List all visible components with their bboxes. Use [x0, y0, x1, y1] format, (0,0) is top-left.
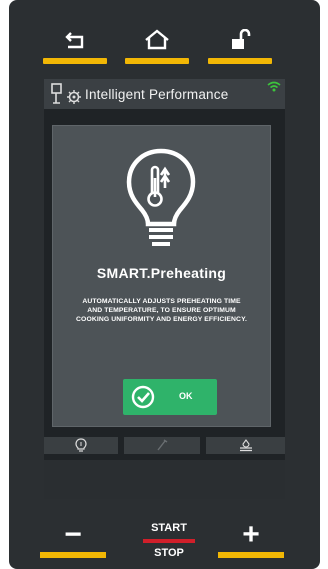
info-panel [44, 460, 285, 499]
water-level-icon [239, 439, 252, 452]
checkmark-circle-icon [131, 385, 155, 409]
intelligent-performance-icon [51, 83, 81, 104]
back-button-underline [43, 58, 107, 64]
probe-icon [157, 439, 168, 451]
dialog-title: SMART.Preheating [96, 265, 227, 281]
wifi-icon [267, 81, 281, 92]
back-arrow-icon [65, 32, 84, 49]
tab-probe[interactable] [124, 437, 200, 454]
dialog-description: AUTOMATICALLY ADJUSTS PREHEATING TIME AN… [76, 298, 247, 324]
smart-preheating-bulb-icon [126, 148, 196, 246]
screen-header: Intelligent Performance [44, 79, 285, 109]
ok-button[interactable]: OK [123, 379, 217, 415]
function-tabs [44, 437, 285, 454]
back-button[interactable] [43, 28, 107, 64]
lock-button-underline [208, 58, 272, 64]
display-screen: Intelligent Performance SMART.Preheating… [44, 79, 285, 499]
plus-icon: + [242, 518, 260, 551]
ok-button-label: OK [179, 391, 193, 401]
tab-water-level[interactable] [206, 437, 285, 454]
info-dialog: SMART.Preheating AUTOMATICALLY ADJUSTS P… [52, 125, 271, 427]
tab-smart-preheating[interactable] [44, 437, 118, 454]
increase-button-underline [218, 552, 284, 558]
increase-button[interactable]: + [218, 520, 284, 558]
bulb-icon [75, 438, 87, 452]
home-button[interactable] [125, 28, 189, 64]
home-icon [145, 29, 169, 50]
decrease-button[interactable]: − [40, 520, 106, 558]
stop-label: STOP [154, 547, 184, 559]
screen-title: Intelligent Performance [85, 87, 229, 102]
start-label: START [151, 522, 187, 534]
lock-button[interactable] [208, 28, 272, 64]
home-button-underline [125, 58, 189, 64]
start-stop-divider [143, 539, 195, 543]
decrease-button-underline [40, 552, 106, 558]
unlock-icon [232, 29, 251, 49]
minus-icon: − [64, 518, 82, 551]
start-stop-button[interactable]: START STOP [140, 522, 198, 562]
